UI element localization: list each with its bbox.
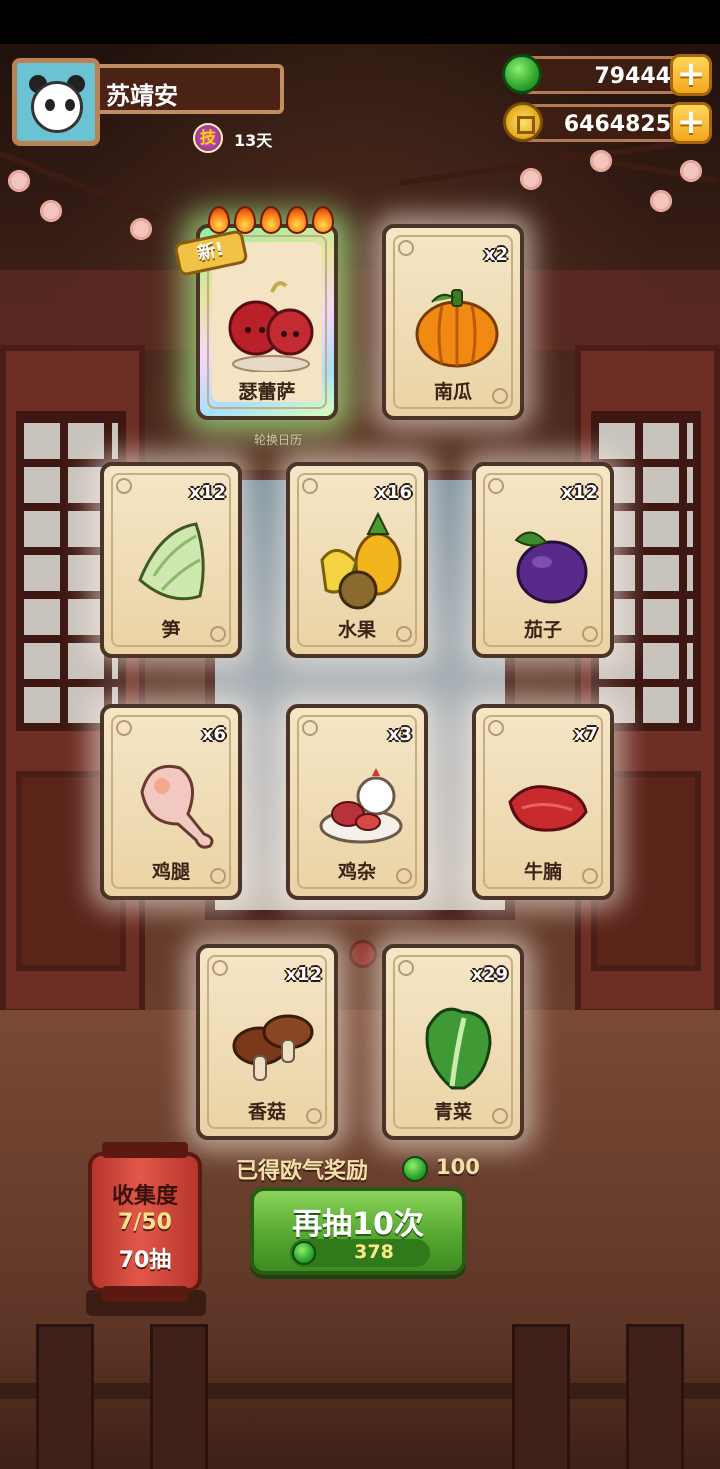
card-item[interactable]: x16 水果 <box>286 462 428 658</box>
collection-lantern-button[interactable]: 收集度 7/50 70抽 <box>88 1142 202 1302</box>
blossom-flower-icon <box>130 218 152 240</box>
jade-icon <box>502 54 542 94</box>
fruit-icon <box>320 511 402 610</box>
eggplant-icon <box>514 531 588 604</box>
panda-eye <box>45 99 55 111</box>
flame-icon <box>260 206 282 234</box>
blossom-flower-icon <box>520 168 542 190</box>
blossom-flower-icon <box>680 160 702 182</box>
railing-post <box>150 1324 208 1469</box>
jade-icon <box>402 1156 428 1182</box>
lantern-cap <box>102 1142 188 1158</box>
card-item[interactable]: x7 牛腩 <box>472 704 614 900</box>
flame-icon <box>312 206 334 234</box>
panda-face-icon <box>31 81 83 133</box>
chicken-leg-icon <box>140 765 214 849</box>
card-name: 笋 <box>161 619 181 641</box>
card-count: x12 <box>561 482 598 503</box>
lantern-cap <box>102 1286 188 1302</box>
card-count: x2 <box>483 244 508 265</box>
shiitake-icon <box>232 1014 314 1081</box>
card-corner-ornament <box>116 478 132 494</box>
railing-bar <box>0 1383 720 1399</box>
card-count: x16 <box>375 482 412 503</box>
card-corner-ornament <box>398 960 414 976</box>
card-name: 香菇 <box>247 1101 286 1123</box>
card-name: 鸡腿 <box>151 861 190 883</box>
railing-post <box>512 1324 570 1469</box>
card-item[interactable]: x12 茄子 <box>472 462 614 658</box>
card-count: x7 <box>573 724 598 745</box>
wall-band <box>0 270 720 350</box>
panda-eye <box>65 99 75 111</box>
jade-balance: 79444 <box>522 56 692 94</box>
cherry-tomato-icon <box>228 281 314 372</box>
card-item[interactable]: x29 青菜 <box>382 944 524 1140</box>
blossom-flower-icon <box>8 170 30 192</box>
card-count: x12 <box>285 964 322 985</box>
draw-again-button[interactable]: 再抽10次 378 <box>250 1187 466 1275</box>
status-bar <box>0 0 720 44</box>
bok-choy-icon <box>425 1007 492 1090</box>
chicken-giblets-icon <box>319 768 403 844</box>
railing-post <box>36 1324 94 1469</box>
right-lattice-door <box>575 345 720 1015</box>
coin-balance: 6464825 <box>522 104 692 142</box>
jade-icon <box>292 1241 316 1265</box>
card-item[interactable]: x12 香菇 <box>196 944 338 1140</box>
card-corner-ornament <box>488 720 504 736</box>
bamboo-shoot-icon <box>138 522 205 601</box>
card-name: 鸡杂 <box>337 861 376 883</box>
coin-icon <box>503 102 543 142</box>
add-coins-button[interactable]: + <box>670 102 712 144</box>
player-name: 苏靖安 <box>98 64 284 114</box>
card-item[interactable]: x3 鸡杂 <box>286 704 428 900</box>
blossom-flower-icon <box>40 200 62 222</box>
card-count: x3 <box>387 724 412 745</box>
card-name: 水果 <box>337 619 376 641</box>
card-name: 瑟蕾萨 <box>238 381 296 403</box>
flame-icon <box>208 206 230 234</box>
draw-again-label: 再抽10次 <box>292 1207 424 1242</box>
card-count: x6 <box>201 724 226 745</box>
blossom-flower-icon <box>650 190 672 212</box>
add-jade-button[interactable]: + <box>670 54 712 96</box>
blossom-flower-icon <box>590 150 612 172</box>
collection-progress: 7/50 <box>118 1210 172 1235</box>
card-corner-ornament <box>398 240 414 256</box>
gacha-result-scene: 苏靖安 技 13天 79444 + 6464825 + 新! 瑟蕾萨 x2 南瓜… <box>0 0 720 1469</box>
card-name: 青菜 <box>433 1101 472 1123</box>
skill-days: 13天 <box>234 131 273 150</box>
card-count: x12 <box>189 482 226 503</box>
flame-icon <box>286 206 308 234</box>
skill-badge-icon[interactable]: 技 <box>193 123 223 153</box>
collection-title: 收集度 <box>111 1184 178 1209</box>
reward-label: 已得欧气奖励 <box>236 1159 369 1184</box>
card-corner-ornament <box>302 478 318 494</box>
player-avatar[interactable] <box>12 58 100 146</box>
card-corner-ornament <box>302 720 318 736</box>
left-lattice-door <box>0 345 145 1015</box>
collection-draws: 70抽 <box>118 1248 172 1273</box>
banner-caption: 轮换日历 <box>254 433 303 447</box>
card-name: 牛腩 <box>523 861 562 883</box>
railing-post <box>626 1324 684 1469</box>
card-name: 南瓜 <box>433 381 472 403</box>
card-corner-ornament <box>488 478 504 494</box>
card-item[interactable]: x2 南瓜 <box>382 224 524 420</box>
card-count: x29 <box>471 964 508 985</box>
seal-ornament-icon <box>349 940 377 968</box>
card-corner-ornament <box>212 960 228 976</box>
beef-brisket-icon <box>508 785 588 832</box>
card-name: 茄子 <box>523 619 562 641</box>
card-item[interactable]: 新! 瑟蕾萨 <box>173 206 338 420</box>
reward-value: 100 <box>436 1155 480 1179</box>
draw-cost: 378 <box>354 1241 394 1263</box>
card-item[interactable]: x6 鸡腿 <box>100 704 242 900</box>
card-corner-ornament <box>116 720 132 736</box>
pumpkin-icon <box>415 289 499 368</box>
card-item[interactable]: x12 笋 <box>100 462 242 658</box>
